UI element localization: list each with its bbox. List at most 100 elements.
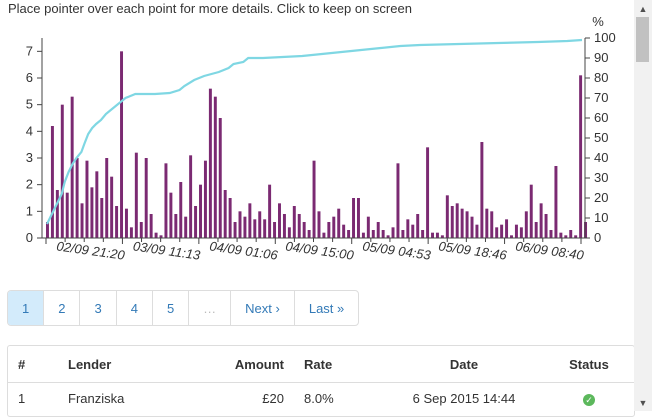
page-5-button[interactable]: 5 xyxy=(153,291,190,325)
bar-29[interactable] xyxy=(189,155,193,238)
bar-67[interactable] xyxy=(376,222,380,238)
bar-70[interactable] xyxy=(391,227,395,238)
page-3-button[interactable]: 3 xyxy=(80,291,117,325)
scroll-thumb[interactable] xyxy=(636,17,649,62)
bar-19[interactable] xyxy=(139,222,143,238)
bar-106[interactable] xyxy=(569,230,573,238)
bar-78[interactable] xyxy=(431,232,434,238)
bar-55[interactable] xyxy=(317,211,321,238)
bar-96[interactable] xyxy=(519,227,523,238)
scroll-up-arrow-icon[interactable]: ▲ xyxy=(634,0,652,17)
header-lender[interactable]: Lender xyxy=(58,346,194,383)
page-1-button[interactable]: 1 xyxy=(8,291,45,325)
header-date[interactable]: Date xyxy=(384,346,544,383)
bar-18[interactable] xyxy=(134,152,138,238)
bar-52[interactable] xyxy=(302,222,306,238)
bar-25[interactable] xyxy=(169,192,173,238)
bar-85[interactable] xyxy=(465,211,469,238)
bar-72[interactable] xyxy=(401,230,405,238)
bar-34[interactable] xyxy=(213,96,217,238)
bar-54[interactable] xyxy=(312,160,316,238)
bar-65[interactable] xyxy=(366,216,370,238)
bar-11[interactable] xyxy=(100,198,104,238)
bar-97[interactable] xyxy=(524,211,528,238)
bar-42[interactable] xyxy=(253,219,257,238)
bar-64[interactable] xyxy=(361,232,365,238)
bar-40[interactable] xyxy=(243,216,247,238)
bar-87[interactable] xyxy=(475,224,479,238)
page-4-button[interactable]: 4 xyxy=(117,291,153,325)
bar-60[interactable] xyxy=(342,224,346,238)
bar-16[interactable] xyxy=(124,208,128,238)
bar-44[interactable] xyxy=(263,219,267,238)
bar-20[interactable] xyxy=(144,158,148,238)
bar-38[interactable] xyxy=(233,222,237,238)
bar-63[interactable] xyxy=(356,198,360,238)
bar-59[interactable] xyxy=(337,208,341,238)
bar-49[interactable] xyxy=(287,227,291,238)
bar-90[interactable] xyxy=(490,211,494,238)
bar-3[interactable] xyxy=(60,104,64,238)
bar-53[interactable] xyxy=(307,230,311,238)
bar-79[interactable] xyxy=(435,232,439,238)
next-page-button[interactable]: Next › xyxy=(231,291,295,325)
bar-81[interactable] xyxy=(445,195,449,238)
bar-98[interactable] xyxy=(529,184,533,238)
bar-30[interactable] xyxy=(194,206,198,238)
bar-58[interactable] xyxy=(332,216,336,238)
page-2-button[interactable]: 2 xyxy=(44,291,81,325)
bar-4[interactable] xyxy=(65,192,69,238)
bar-45[interactable] xyxy=(268,184,272,238)
bar-1[interactable] xyxy=(50,126,54,238)
bar-47[interactable] xyxy=(278,203,281,238)
bar-102[interactable] xyxy=(549,230,553,238)
bar-35[interactable] xyxy=(218,118,222,238)
bar-7[interactable] xyxy=(80,203,84,238)
bar-76[interactable] xyxy=(421,230,425,238)
bar-86[interactable] xyxy=(470,216,474,238)
bar-43[interactable] xyxy=(258,211,262,238)
bar-62[interactable] xyxy=(352,198,356,238)
bar-24[interactable] xyxy=(164,163,168,238)
vertical-scrollbar[interactable]: ▲ ▼ xyxy=(634,0,652,411)
bar-103[interactable] xyxy=(554,166,558,238)
bar-9[interactable] xyxy=(90,187,94,238)
bar-28[interactable] xyxy=(184,216,188,238)
bar-21[interactable] xyxy=(149,214,153,238)
bar-100[interactable] xyxy=(539,203,543,238)
bar-0[interactable] xyxy=(46,222,49,238)
bar-93[interactable] xyxy=(505,219,509,238)
bar-74[interactable] xyxy=(411,224,415,238)
bar-13[interactable] xyxy=(110,176,114,238)
bar-39[interactable] xyxy=(238,211,242,238)
loan-chart[interactable]: 012345670102030405060708090100%02/09 21:… xyxy=(0,12,630,267)
bar-15[interactable] xyxy=(120,51,124,238)
bar-71[interactable] xyxy=(396,163,400,238)
bar-36[interactable] xyxy=(223,190,227,238)
bar-22[interactable] xyxy=(154,232,158,238)
bar-46[interactable] xyxy=(273,222,277,238)
bar-82[interactable] xyxy=(450,206,454,238)
last-page-button[interactable]: Last » xyxy=(295,291,358,325)
bar-31[interactable] xyxy=(199,184,202,238)
bar-37[interactable] xyxy=(228,198,232,238)
bar-56[interactable] xyxy=(322,232,326,238)
bar-83[interactable] xyxy=(455,203,459,238)
bar-33[interactable] xyxy=(208,88,212,238)
header-status[interactable]: Status xyxy=(544,346,634,383)
bar-61[interactable] xyxy=(347,230,351,238)
bar-8[interactable] xyxy=(85,160,89,238)
scroll-down-arrow-icon[interactable]: ▼ xyxy=(634,394,652,411)
bar-101[interactable] xyxy=(544,214,548,238)
bar-89[interactable] xyxy=(485,208,489,238)
bar-2[interactable] xyxy=(55,190,59,238)
bar-50[interactable] xyxy=(292,206,296,238)
bar-84[interactable] xyxy=(460,208,464,238)
bar-27[interactable] xyxy=(179,182,183,238)
bar-68[interactable] xyxy=(381,230,385,238)
bar-6[interactable] xyxy=(75,158,79,238)
header-amount[interactable]: Amount xyxy=(194,346,294,383)
bar-14[interactable] xyxy=(115,206,119,238)
bar-57[interactable] xyxy=(327,222,331,238)
bar-95[interactable] xyxy=(514,224,518,238)
